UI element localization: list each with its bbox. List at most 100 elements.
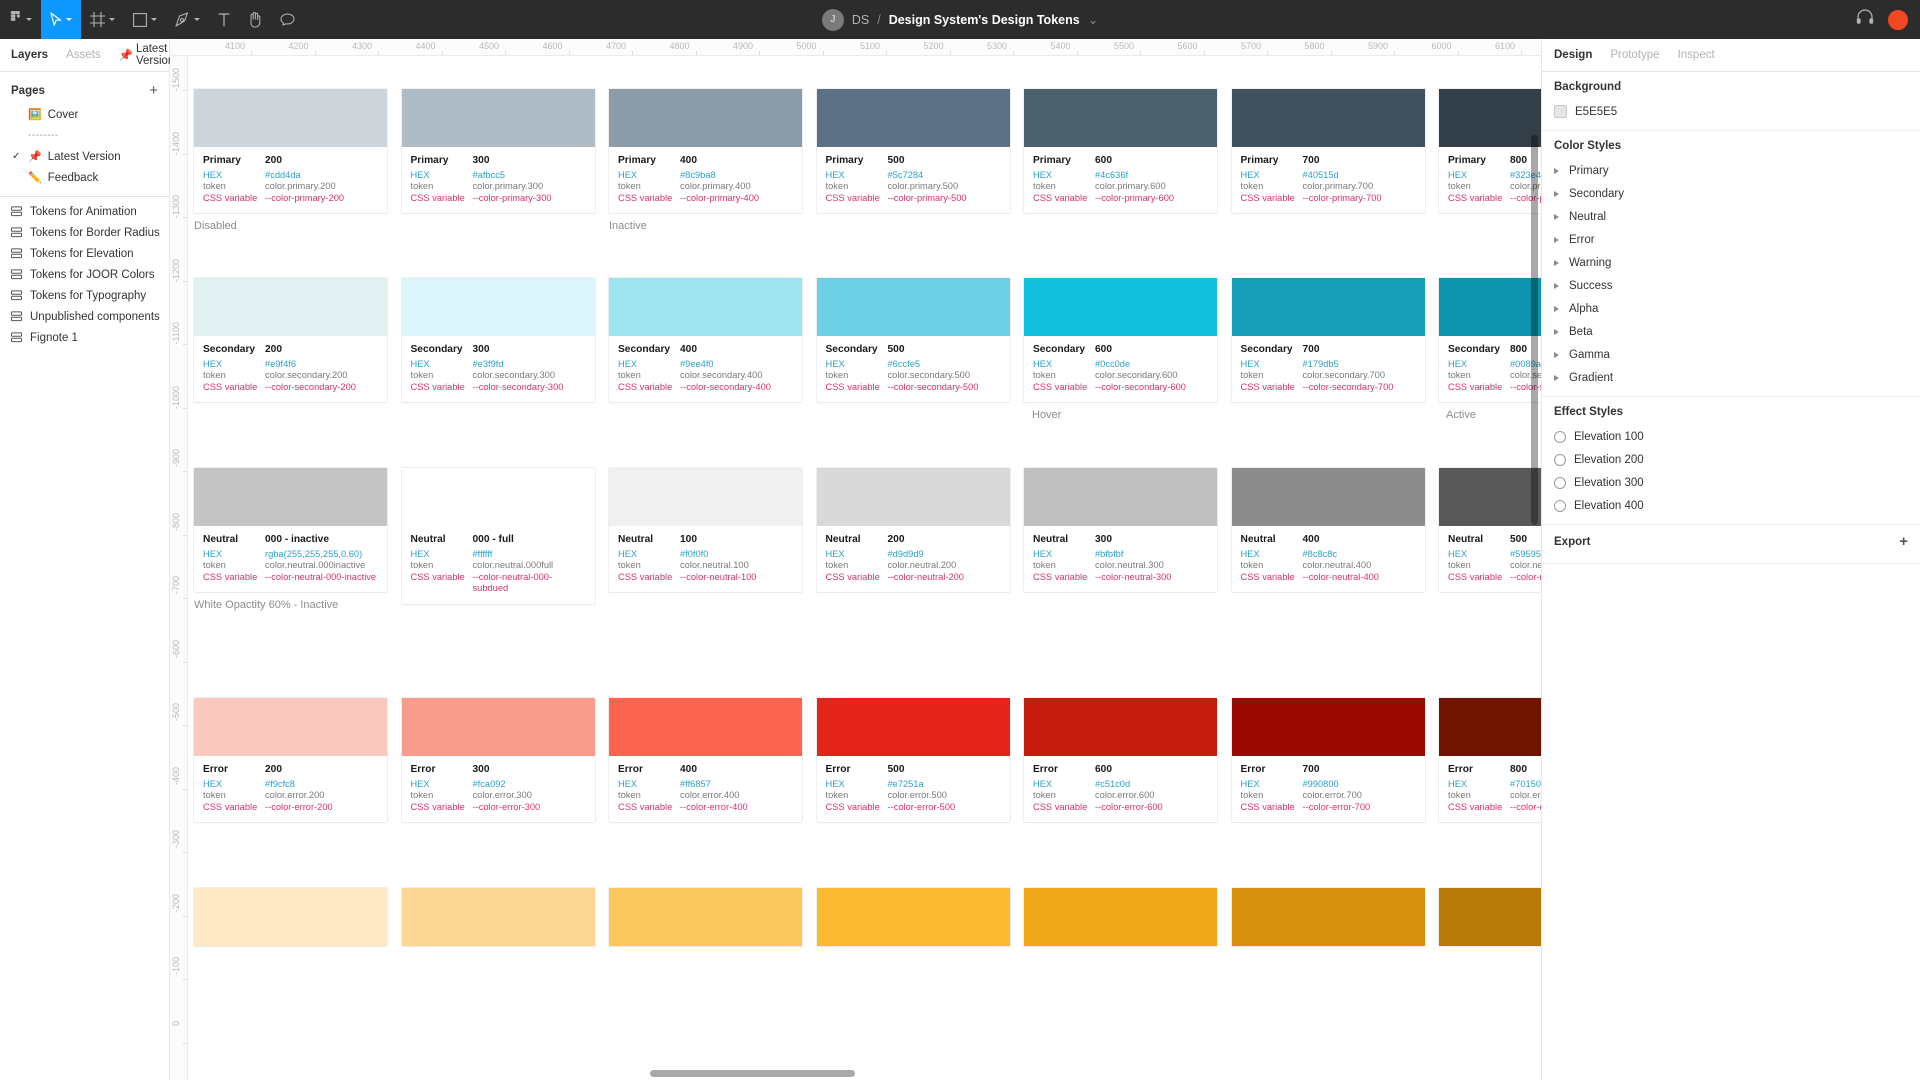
color-token-card[interactable]: Primary 400 HEX #8c9ba8 token color.primary.4… <box>609 89 802 214</box>
color-style-row[interactable]: Neutral <box>1554 205 1908 228</box>
color-token-card[interactable]: Neutral 300 HEX #bfbfbf token color.neutral.3… <box>1024 468 1217 593</box>
card-line: Error 200 <box>203 763 378 776</box>
tab-inspect[interactable]: Inspect <box>1678 49 1715 61</box>
tab-assets[interactable]: Assets <box>66 49 101 61</box>
tab-design[interactable]: Design <box>1554 49 1592 61</box>
effect-style-row[interactable]: Elevation 300 <box>1554 471 1908 494</box>
color-style-row[interactable]: Secondary <box>1554 182 1908 205</box>
color-token-card[interactable]: Error800HEX#701500tokencolor.error.800CS… <box>1439 698 1541 823</box>
add-export-button[interactable]: + <box>1899 534 1908 549</box>
color-token-card[interactable]: Error 500 HEX #e7251a token color.error.500 CS… <box>816 698 1010 823</box>
hand-tool-icon[interactable] <box>239 0 271 39</box>
color-token-card[interactable]: Error 600 HEX #c51c0d token color.error.600 CS… <box>1024 698 1217 823</box>
color-token-card[interactable]: Secondary 800 HEX#0089a7tokencolor.seconda… <box>1439 278 1541 403</box>
page-item-feedback[interactable]: ✏️ Feedback <box>0 167 169 188</box>
pen-tool-icon[interactable] <box>166 0 209 39</box>
color-token-card[interactable]: Neutral 000 - full HEX #ffffff token color.ne… <box>401 468 595 604</box>
user-avatar[interactable] <box>1886 7 1910 32</box>
color-token-card[interactable]: Error 700 HEX #990800 token color.error.700 CS… <box>1231 698 1425 823</box>
color-token-card[interactable]: Neutral 400 HEX #8c8c8c token color.neutral.4… <box>1231 468 1425 593</box>
layer-item-joor-colors[interactable]: Tokens for JOOR Colors <box>0 264 169 285</box>
chevron-right-icon[interactable] <box>1554 190 1561 197</box>
page-item-latest-version[interactable]: ✓ 📌 Latest Version <box>0 146 169 167</box>
background-color-swatch[interactable] <box>1554 105 1567 118</box>
document-menu-caret-icon[interactable]: ⌄ <box>1088 12 1098 27</box>
background-color-row[interactable]: E5E5E5 <box>1554 100 1908 123</box>
color-token-card[interactable]: Primary 600 HEX #4c636f token color.primary.6… <box>1024 89 1217 214</box>
color-token-card[interactable]: Secondary 300 HEX #e3f9fd token color.seconda… <box>401 278 595 403</box>
headphones-icon[interactable] <box>1856 9 1874 30</box>
chevron-right-icon[interactable] <box>1554 282 1561 289</box>
color-token-card[interactable] <box>1439 888 1541 946</box>
chevron-right-icon[interactable] <box>1554 236 1561 243</box>
color-style-row[interactable]: Beta <box>1554 320 1908 343</box>
color-token-card[interactable]: Secondary 200 HEX #e9f4f6 token color.seconda… <box>194 278 387 403</box>
ruler-tick-label: -400 <box>171 766 181 785</box>
color-style-row[interactable]: Gamma <box>1554 343 1908 366</box>
layer-item-unpublished-components[interactable]: Unpublished components <box>0 306 169 327</box>
comment-tool-icon[interactable] <box>271 0 304 39</box>
css-variable-label: CSS variable <box>1448 571 1503 582</box>
color-style-row[interactable]: Warning <box>1554 251 1908 274</box>
tab-prototype[interactable]: Prototype <box>1610 49 1659 61</box>
move-tool-icon[interactable] <box>41 0 81 39</box>
tab-layers[interactable]: Layers <box>11 49 48 61</box>
document-title[interactable]: Design System's Design Tokens <box>889 13 1080 27</box>
chevron-right-icon[interactable] <box>1554 305 1561 312</box>
effect-style-row[interactable]: Elevation 200 <box>1554 448 1908 471</box>
effect-style-row[interactable]: Elevation 400 <box>1554 494 1908 517</box>
color-token-card[interactable] <box>1024 888 1217 946</box>
layer-item-fignote-1[interactable]: Fignote 1 <box>0 327 169 348</box>
effect-style-row[interactable]: Elevation 100 <box>1554 425 1908 448</box>
color-token-card[interactable]: Secondary 400 HEX #9ee4f0 token color.seconda… <box>609 278 802 403</box>
team-name[interactable]: DS <box>852 13 869 27</box>
color-token-card[interactable]: Neutral 200 HEX #d9d9d9 token color.neutral.2… <box>816 468 1010 593</box>
color-token-card[interactable] <box>401 888 595 946</box>
layer-item-animation[interactable]: Tokens for Animation <box>0 201 169 222</box>
layer-item-typography[interactable]: Tokens for Typography <box>0 285 169 306</box>
text-tool-icon[interactable] <box>209 0 239 39</box>
chevron-right-icon[interactable] <box>1554 213 1561 220</box>
chevron-right-icon[interactable] <box>1554 374 1561 381</box>
color-token-card[interactable]: Primary 700 HEX #40515d token color.primary.7… <box>1231 89 1425 214</box>
shape-tool-icon[interactable] <box>124 0 166 39</box>
color-token-card[interactable]: Primary 800 HEX#323e48tokencolor.primary.8… <box>1439 89 1541 214</box>
color-token-card[interactable]: Neutral 500 HEX #595959 token color.neutral.5… <box>1439 468 1541 593</box>
hex-label: HEX <box>1033 170 1053 180</box>
color-token-card[interactable]: Neutral 000 - inactive HEX rgba(255,255,255… <box>194 468 387 593</box>
color-token-card[interactable]: Error 200 HEX #f9cfc8 token color.error.200 CS… <box>194 698 387 823</box>
color-token-card[interactable] <box>609 888 802 946</box>
color-token-card[interactable] <box>194 888 387 946</box>
page-item-cover[interactable]: 🖼️ Cover <box>0 104 169 125</box>
vertical-scrollbar[interactable] <box>1531 135 1538 525</box>
layer-item-elevation[interactable]: Tokens for Elevation <box>0 243 169 264</box>
color-token-card[interactable] <box>1231 888 1425 946</box>
chevron-right-icon[interactable] <box>1554 328 1561 335</box>
color-style-row[interactable]: Success <box>1554 274 1908 297</box>
color-style-row[interactable]: Gradient <box>1554 366 1908 389</box>
color-token-card[interactable]: Neutral 100 HEX #f0f0f0 token color.neutral.1… <box>609 468 802 593</box>
color-token-card[interactable] <box>816 888 1010 946</box>
color-token-card[interactable]: Primary 200 HEX #cdd4da token color.primary.2… <box>194 89 387 214</box>
color-style-row[interactable]: Primary <box>1554 159 1908 182</box>
frame-tool-icon[interactable] <box>81 0 124 39</box>
color-token-card[interactable]: Secondary 600 HEX #0cc0de token color.seconda… <box>1024 278 1217 403</box>
chevron-right-icon[interactable] <box>1554 259 1561 266</box>
background-hex-value[interactable]: E5E5E5 <box>1575 106 1617 118</box>
ruler-tick-label: 4300 <box>352 41 373 51</box>
color-token-card[interactable]: Error 300 HEX #fca092 token color.error.300 CS… <box>401 698 595 823</box>
add-page-button[interactable]: + <box>149 83 158 98</box>
chevron-right-icon[interactable] <box>1554 167 1561 174</box>
color-token-card[interactable]: Secondary 700 HEX #179db5 token color.seconda… <box>1231 278 1425 403</box>
color-token-card[interactable]: Secondary 500 HEX #6ccfe5 token color.seconda… <box>816 278 1010 403</box>
figma-menu-icon[interactable] <box>0 0 41 39</box>
horizontal-scrollbar[interactable] <box>650 1070 855 1077</box>
chevron-right-icon[interactable] <box>1554 351 1561 358</box>
color-token-card[interactable]: Primary 300 HEX #afbcc5 token color.primary.3… <box>401 89 595 214</box>
color-token-card[interactable]: Primary 500 HEX #5c7284 token color.primary.5… <box>816 89 1010 214</box>
layer-item-border-radius[interactable]: Tokens for Border Radius <box>0 222 169 243</box>
color-style-row[interactable]: Alpha <box>1554 297 1908 320</box>
color-style-row[interactable]: Error <box>1554 228 1908 251</box>
canvas[interactable]: 4100 4200 4300 4400 4500 4600 4700 4800 4900 5000… <box>170 39 1541 1080</box>
color-token-card[interactable]: Error 400 HEX #ff6857 token color.error.400 CS… <box>609 698 802 823</box>
